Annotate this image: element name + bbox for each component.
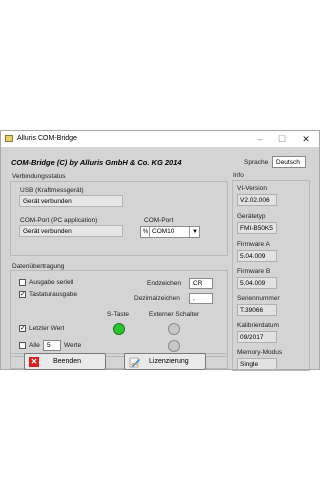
info-label-device-type: Gerätetyp — [237, 213, 266, 220]
dezimal-input[interactable]: , — [189, 293, 213, 304]
chevron-down-icon[interactable]: ▼ — [189, 227, 200, 237]
serial-output-checkbox[interactable] — [19, 279, 26, 286]
endzeichen-input[interactable]: CR — [189, 278, 213, 289]
license-pen-icon — [129, 356, 141, 368]
maximize-button[interactable]: ☐ — [271, 133, 293, 145]
exit-button-label: Beenden — [53, 358, 82, 365]
keyboard-output-checkbox[interactable]: ✓ — [19, 291, 26, 298]
comport-status: Gerät verbunden — [19, 225, 123, 237]
comport-label: COM-Port (PC application) — [20, 217, 98, 224]
transfer-section-title: Datenübertragung — [12, 263, 65, 270]
comport-value: COM10 — [152, 228, 175, 235]
external-led-last — [168, 323, 180, 335]
s-taste-led-last — [113, 323, 125, 335]
license-button-label: Lizenzierung — [149, 358, 189, 365]
comport-prefix: % — [142, 227, 150, 237]
info-label-calibration: Kalibrierdatum — [237, 322, 279, 329]
last-value-checkbox[interactable]: ✓ — [19, 325, 26, 332]
window-title: Alluris COM-Bridge — [17, 135, 77, 142]
last-value-label: Letzter Wert — [29, 325, 65, 332]
info-section-title: Info — [233, 172, 244, 179]
info-value-device-type: FMI-B50K5 — [237, 222, 277, 234]
endzeichen-label: Endzeichen — [147, 280, 181, 287]
info-value-memory: Single — [237, 358, 277, 370]
exit-button-frame[interactable]: ✕ Beenden — [24, 353, 106, 370]
info-label-memory: Memory-Modus — [237, 349, 283, 356]
app-icon — [5, 135, 13, 142]
minimize-button[interactable]: – — [249, 133, 271, 145]
info-value-serial: T.39066 — [237, 304, 277, 316]
all-values-count[interactable]: 5 — [43, 340, 61, 351]
connection-section-title: Verbindungsstatus — [12, 173, 66, 180]
usb-status: Gerät verbunden — [19, 195, 123, 207]
info-label-firmware-b: Firmware B — [237, 268, 271, 275]
language-select[interactable]: Deutsch — [272, 156, 306, 168]
close-button[interactable]: ✕ — [295, 133, 317, 145]
info-value-calibration: 09/2017 — [237, 331, 277, 343]
dezimal-label: Dezimalzeichen — [134, 295, 180, 302]
info-label-vi-version: VI-Version — [237, 185, 267, 192]
external-switch-label: Externer Schalter — [149, 311, 200, 318]
info-label-serial: Seriennummer — [237, 295, 280, 302]
comport-select-label: COM-Port — [144, 217, 174, 224]
info-value-vi-version: V2.02.006 — [237, 194, 277, 206]
s-taste-label: S-Taste — [107, 311, 130, 318]
usb-label: USB (Kraftmessgerät) — [20, 187, 84, 194]
close-icon: ✕ — [29, 357, 39, 367]
keyboard-output-label: Tastaturausgabe — [29, 291, 78, 298]
all-values-label: Alle — [29, 342, 40, 349]
all-values-suffix: Werte — [64, 342, 82, 349]
language-label: Sprache — [244, 159, 269, 166]
external-led-all — [168, 340, 180, 352]
info-value-firmware-b: 5.04.009 — [237, 277, 277, 289]
app-header-title: COM-Bridge (C) by Alluris GmbH & Co. KG … — [11, 158, 182, 167]
info-value-firmware-a: 5.04.009 — [237, 250, 277, 262]
title-bar: Alluris COM-Bridge – ☐ ✕ — [1, 131, 319, 147]
all-values-checkbox[interactable] — [19, 342, 26, 349]
serial-output-label: Ausgabe seriell — [29, 279, 74, 286]
license-button[interactable]: Lizenzierung — [124, 353, 206, 370]
comport-select[interactable]: % COM10 ▼ — [140, 226, 200, 238]
info-label-firmware-a: Firmware A — [237, 241, 270, 248]
